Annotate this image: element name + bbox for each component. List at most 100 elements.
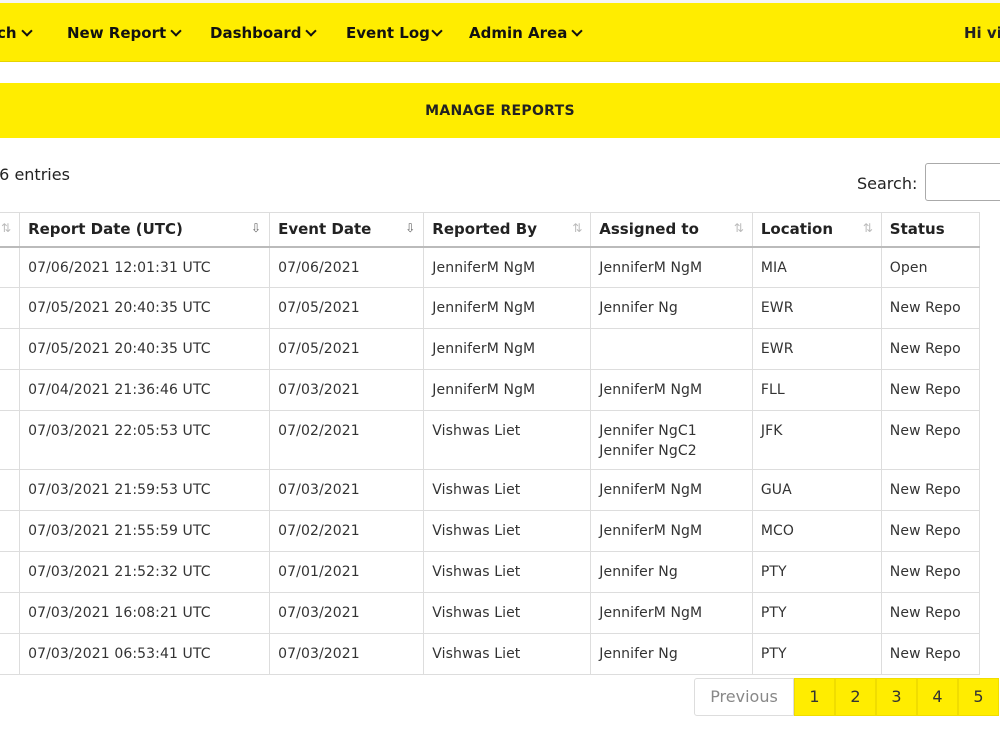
cell-status: New Repo [880,510,981,552]
column-header-reported-by[interactable]: Reported By ⇅ [423,212,592,248]
search-input[interactable] [925,163,1000,201]
table-row[interactable]: 07/03/2021 06:53:41 UTC 07/03/2021 Vishw… [0,633,981,675]
cell-location: PTY [751,592,882,634]
table-row[interactable]: 07/04/2021 21:36:46 UTC 07/03/2021 Jenni… [0,369,981,411]
cell-report-date: 07/03/2021 16:08:21 UTC [19,592,271,634]
top-border [0,0,1000,3]
cell-status: New Repo [880,328,981,370]
column-header-location[interactable]: Location ⇅ [751,212,882,248]
pagination-page-3[interactable]: 3 [876,678,917,716]
cell-event-date: 07/03/2021 [269,469,425,511]
cell-location: FLL [751,369,882,411]
cell-select[interactable] [0,246,21,288]
cell-event-date: 07/05/2021 [269,328,425,370]
column-header-event-date[interactable]: Event Date ⇩ [269,212,425,248]
nav-item-admin-area[interactable]: Admin Area [469,24,583,42]
search-box: Search: [857,163,1000,201]
cell-location: MCO [751,510,882,552]
chevron-down-icon [170,24,182,37]
assignee: JenniferM NgM [599,523,703,539]
pagination-page-5[interactable]: 5 [958,678,999,716]
cell-report-date: 07/03/2021 21:59:53 UTC [19,469,271,511]
table-row[interactable]: 07/05/2021 20:40:35 UTC 07/05/2021 Jenni… [0,287,981,329]
chevron-down-icon [431,24,443,37]
cell-location: GUA [751,469,882,511]
search-label: Search: [857,173,918,193]
table-row[interactable]: 07/03/2021 21:52:32 UTC 07/01/2021 Vishw… [0,551,981,593]
cell-report-date: 07/04/2021 21:36:46 UTC [19,369,271,411]
cell-location: MIA [751,246,882,288]
cell-assigned-to: JenniferM NgM [590,592,753,634]
cell-reported-by: JenniferM NgM [423,287,592,329]
cell-select[interactable] [0,551,21,593]
cell-reported-by: Vishwas Liet [423,592,592,634]
cell-select[interactable] [0,510,21,552]
table-row[interactable]: 07/03/2021 21:55:59 UTC 07/02/2021 Vishw… [0,510,981,552]
table-row[interactable]: 07/05/2021 20:40:35 UTC 07/05/2021 Jenni… [0,328,981,370]
pagination-page-4[interactable]: 4 [917,678,958,716]
column-header-select[interactable]: ⇅ [0,212,21,248]
pagination-page-2[interactable]: 2 [835,678,876,716]
cell-status: New Repo [880,633,981,675]
cell-assigned-to: JenniferM NgM [590,469,753,511]
table-row[interactable]: 07/03/2021 22:05:53 UTC 07/02/2021 Vishw… [0,410,981,470]
pagination: Previous 1 2 3 4 5 [694,678,999,716]
nav-item-dashboard[interactable]: Dashboard [210,24,318,42]
chevron-down-icon [20,24,33,37]
cell-report-date: 07/03/2021 21:52:32 UTC [19,551,271,593]
nav-item-search[interactable]: ch [0,24,33,42]
column-header-label: Status [889,220,945,239]
sort-desc-icon: ⇩ [405,221,416,235]
cell-location: EWR [751,328,882,370]
cell-select[interactable] [0,633,21,675]
cell-status: New Repo [880,410,981,470]
cell-assigned-to: Jennifer Ng [590,551,753,593]
cell-assigned-to: Jennifer Ng [590,633,753,675]
cell-select[interactable] [0,410,21,470]
user-greeting[interactable]: Hi vi [964,24,1000,42]
column-header-status[interactable]: Status [880,212,981,248]
cell-event-date: 07/03/2021 [269,369,425,411]
cell-status: New Repo [880,551,981,593]
sort-desc-icon: ⇩ [251,221,262,235]
page-title: MANAGE REPORTS [425,102,575,119]
assignee: Jennifer Ng [599,646,678,662]
assignee: JenniferM NgM [599,605,703,621]
nav-item-label: Dashboard [210,24,302,42]
table-row[interactable]: 07/06/2021 12:01:31 UTC 07/06/2021 Jenni… [0,246,981,288]
column-header-report-date[interactable]: Report Date (UTC) ⇩ [19,212,271,248]
cell-event-date: 07/05/2021 [269,287,425,329]
sort-icon: ⇅ [1,221,12,235]
sort-icon: ⇅ [862,221,873,235]
cell-reported-by: Vishwas Liet [423,469,592,511]
column-header-assigned-to[interactable]: Assigned to ⇅ [590,212,753,248]
table-row[interactable]: 07/03/2021 16:08:21 UTC 07/03/2021 Vishw… [0,592,981,634]
cell-select[interactable] [0,328,21,370]
cell-report-date: 07/03/2021 22:05:53 UTC [19,410,271,470]
cell-report-date: 07/05/2021 20:40:35 UTC [19,287,271,329]
cell-reported-by: Vishwas Liet [423,410,592,470]
entries-info: 76 entries [0,165,70,184]
cell-assigned-to: JenniferM NgM [590,246,753,288]
cell-event-date: 07/06/2021 [269,246,425,288]
cell-select[interactable] [0,287,21,329]
cell-event-date: 07/03/2021 [269,633,425,675]
cell-event-date: 07/01/2021 [269,551,425,593]
cell-select[interactable] [0,592,21,634]
nav-item-event-log[interactable]: Event Log [346,24,443,42]
table-row[interactable]: 07/03/2021 21:59:53 UTC 07/03/2021 Vishw… [0,469,981,511]
cell-status: Open [880,246,981,288]
assignee: Jennifer Ng [599,564,678,580]
column-header-label: Reported By [432,220,537,239]
nav-item-new-report[interactable]: New Report [67,24,182,42]
cell-reported-by: Vishwas Liet [423,510,592,552]
assignee: Jennifer Ng [599,300,678,316]
cell-select[interactable] [0,369,21,411]
pagination-previous-button[interactable]: Previous [694,678,794,716]
cell-reported-by: JenniferM NgM [423,328,592,370]
assignee: Jennifer NgC1 [599,423,697,439]
cell-select[interactable] [0,469,21,511]
cell-status: New Repo [880,469,981,511]
cell-assigned-to: JenniferM NgM [590,369,753,411]
pagination-page-1[interactable]: 1 [794,678,835,716]
